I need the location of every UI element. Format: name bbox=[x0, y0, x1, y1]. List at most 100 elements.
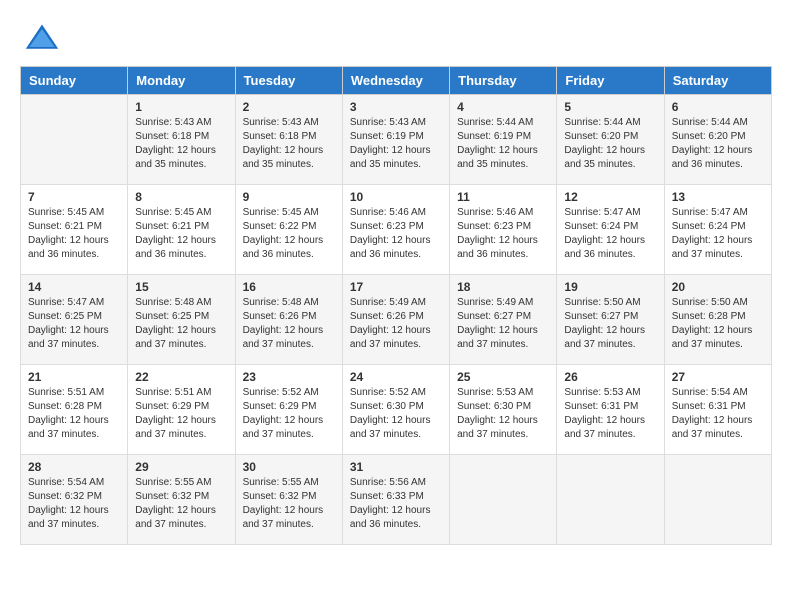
column-header-monday: Monday bbox=[128, 67, 235, 95]
calendar-cell: 16 Sunrise: 5:48 AMSunset: 6:26 PMDayligh… bbox=[235, 275, 342, 365]
calendar-cell: 4 Sunrise: 5:44 AMSunset: 6:19 PMDaylight… bbox=[450, 95, 557, 185]
cell-content: Sunrise: 5:44 AMSunset: 6:19 PMDaylight:… bbox=[457, 116, 549, 172]
cell-content: Sunrise: 5:47 AMSunset: 6:24 PMDaylight:… bbox=[564, 206, 656, 262]
calendar-cell: 9Sunrise: 5:45 AMSunset: 6:22 PMDaylight… bbox=[235, 185, 342, 275]
day-number: 30 bbox=[243, 460, 335, 474]
cell-content: Sunrise: 5:53 AMSunset: 6:31 PMDaylight:… bbox=[564, 386, 656, 442]
calendar-cell bbox=[450, 455, 557, 545]
week-row-5: 28 Sunrise: 5:54 AMSunset: 6:32 PMDayligh… bbox=[21, 455, 772, 545]
day-number: 13 bbox=[672, 190, 764, 204]
cell-content: Sunrise: 5:44 AMSunset: 6:20 PMDaylight:… bbox=[564, 116, 656, 172]
day-number: 1 bbox=[135, 100, 227, 114]
day-number: 11 bbox=[457, 190, 549, 204]
calendar-cell: 1 Sunrise: 5:43 AMSunset: 6:18 PMDaylight… bbox=[128, 95, 235, 185]
calendar-cell: 29Sunrise: 5:55 AMSunset: 6:32 PMDayligh… bbox=[128, 455, 235, 545]
day-number: 3 bbox=[350, 100, 442, 114]
calendar-cell: 8Sunrise: 5:45 AMSunset: 6:21 PMDaylight… bbox=[128, 185, 235, 275]
column-header-saturday: Saturday bbox=[664, 67, 771, 95]
header-row: SundayMondayTuesdayWednesdayThursdayFrid… bbox=[21, 67, 772, 95]
day-number: 16 bbox=[243, 280, 335, 294]
cell-content: Sunrise: 5:45 AMSunset: 6:22 PMDaylight:… bbox=[243, 206, 335, 262]
day-number: 31 bbox=[350, 460, 442, 474]
cell-content: Sunrise: 5:54 AMSunset: 6:32 PMDaylight:… bbox=[28, 476, 120, 532]
column-header-wednesday: Wednesday bbox=[342, 67, 449, 95]
week-row-1: 1 Sunrise: 5:43 AMSunset: 6:18 PMDaylight… bbox=[21, 95, 772, 185]
calendar-cell bbox=[21, 95, 128, 185]
calendar-cell: 11 Sunrise: 5:46 AMSunset: 6:23 PMDayligh… bbox=[450, 185, 557, 275]
calendar-cell: 14 Sunrise: 5:47 AMSunset: 6:25 PMDayligh… bbox=[21, 275, 128, 365]
day-number: 19 bbox=[564, 280, 656, 294]
calendar-cell: 25Sunrise: 5:53 AMSunset: 6:30 PMDayligh… bbox=[450, 365, 557, 455]
day-number: 14 bbox=[28, 280, 120, 294]
calendar-cell: 17 Sunrise: 5:49 AMSunset: 6:26 PMDayligh… bbox=[342, 275, 449, 365]
day-number: 17 bbox=[350, 280, 442, 294]
cell-content: Sunrise: 5:47 AMSunset: 6:24 PMDaylight:… bbox=[672, 206, 764, 262]
calendar-cell: 31 Sunrise: 5:56 AMSunset: 6:33 PMDayligh… bbox=[342, 455, 449, 545]
cell-content: Sunrise: 5:45 AMSunset: 6:21 PMDaylight:… bbox=[135, 206, 227, 262]
cell-content: Sunrise: 5:43 AMSunset: 6:18 PMDaylight:… bbox=[135, 116, 227, 172]
day-number: 22 bbox=[135, 370, 227, 384]
calendar-cell: 20Sunrise: 5:50 AMSunset: 6:28 PMDayligh… bbox=[664, 275, 771, 365]
cell-content: Sunrise: 5:54 AMSunset: 6:31 PMDaylight:… bbox=[672, 386, 764, 442]
calendar-cell: 30Sunrise: 5:55 AMSunset: 6:32 PMDayligh… bbox=[235, 455, 342, 545]
calendar-cell: 24 Sunrise: 5:52 AMSunset: 6:30 PMDayligh… bbox=[342, 365, 449, 455]
day-number: 18 bbox=[457, 280, 549, 294]
column-header-friday: Friday bbox=[557, 67, 664, 95]
calendar-cell: 26Sunrise: 5:53 AMSunset: 6:31 PMDayligh… bbox=[557, 365, 664, 455]
calendar-cell bbox=[557, 455, 664, 545]
day-number: 23 bbox=[243, 370, 335, 384]
calendar-cell: 27Sunrise: 5:54 AMSunset: 6:31 PMDayligh… bbox=[664, 365, 771, 455]
day-number: 15 bbox=[135, 280, 227, 294]
cell-content: Sunrise: 5:48 AMSunset: 6:26 PMDaylight:… bbox=[243, 296, 335, 352]
page-header bbox=[20, 20, 772, 56]
calendar-cell: 15Sunrise: 5:48 AMSunset: 6:25 PMDayligh… bbox=[128, 275, 235, 365]
logo bbox=[20, 20, 60, 56]
day-number: 21 bbox=[28, 370, 120, 384]
calendar-cell: 12 Sunrise: 5:47 AMSunset: 6:24 PMDayligh… bbox=[557, 185, 664, 275]
day-number: 6 bbox=[672, 100, 764, 114]
calendar-cell: 23 Sunrise: 5:52 AMSunset: 6:29 PMDayligh… bbox=[235, 365, 342, 455]
column-header-thursday: Thursday bbox=[450, 67, 557, 95]
calendar-cell: 5 Sunrise: 5:44 AMSunset: 6:20 PMDaylight… bbox=[557, 95, 664, 185]
calendar-cell: 10 Sunrise: 5:46 AMSunset: 6:23 PMDayligh… bbox=[342, 185, 449, 275]
cell-content: Sunrise: 5:50 AMSunset: 6:27 PMDaylight:… bbox=[564, 296, 656, 352]
calendar-cell: 21 Sunrise: 5:51 AMSunset: 6:28 PMDayligh… bbox=[21, 365, 128, 455]
week-row-2: 7Sunrise: 5:45 AMSunset: 6:21 PMDaylight… bbox=[21, 185, 772, 275]
cell-content: Sunrise: 5:56 AMSunset: 6:33 PMDaylight:… bbox=[350, 476, 442, 532]
day-number: 20 bbox=[672, 280, 764, 294]
calendar-cell: 28 Sunrise: 5:54 AMSunset: 6:32 PMDayligh… bbox=[21, 455, 128, 545]
cell-content: Sunrise: 5:43 AMSunset: 6:18 PMDaylight:… bbox=[243, 116, 335, 172]
column-header-sunday: Sunday bbox=[21, 67, 128, 95]
calendar-cell: 18 Sunrise: 5:49 AMSunset: 6:27 PMDayligh… bbox=[450, 275, 557, 365]
day-number: 2 bbox=[243, 100, 335, 114]
calendar-table: SundayMondayTuesdayWednesdayThursdayFrid… bbox=[20, 66, 772, 545]
calendar-cell: 19 Sunrise: 5:50 AMSunset: 6:27 PMDayligh… bbox=[557, 275, 664, 365]
cell-content: Sunrise: 5:43 AMSunset: 6:19 PMDaylight:… bbox=[350, 116, 442, 172]
day-number: 10 bbox=[350, 190, 442, 204]
cell-content: Sunrise: 5:51 AMSunset: 6:29 PMDaylight:… bbox=[135, 386, 227, 442]
cell-content: Sunrise: 5:52 AMSunset: 6:30 PMDaylight:… bbox=[350, 386, 442, 442]
cell-content: Sunrise: 5:47 AMSunset: 6:25 PMDaylight:… bbox=[28, 296, 120, 352]
calendar-cell: 6 Sunrise: 5:44 AMSunset: 6:20 PMDaylight… bbox=[664, 95, 771, 185]
cell-content: Sunrise: 5:49 AMSunset: 6:27 PMDaylight:… bbox=[457, 296, 549, 352]
day-number: 12 bbox=[564, 190, 656, 204]
cell-content: Sunrise: 5:51 AMSunset: 6:28 PMDaylight:… bbox=[28, 386, 120, 442]
day-number: 5 bbox=[564, 100, 656, 114]
day-number: 29 bbox=[135, 460, 227, 474]
cell-content: Sunrise: 5:45 AMSunset: 6:21 PMDaylight:… bbox=[28, 206, 120, 262]
calendar-cell: 13 Sunrise: 5:47 AMSunset: 6:24 PMDayligh… bbox=[664, 185, 771, 275]
cell-content: Sunrise: 5:46 AMSunset: 6:23 PMDaylight:… bbox=[350, 206, 442, 262]
day-number: 28 bbox=[28, 460, 120, 474]
cell-content: Sunrise: 5:49 AMSunset: 6:26 PMDaylight:… bbox=[350, 296, 442, 352]
column-header-tuesday: Tuesday bbox=[235, 67, 342, 95]
logo-icon bbox=[24, 20, 60, 56]
cell-content: Sunrise: 5:46 AMSunset: 6:23 PMDaylight:… bbox=[457, 206, 549, 262]
calendar-cell: 2 Sunrise: 5:43 AMSunset: 6:18 PMDaylight… bbox=[235, 95, 342, 185]
cell-content: Sunrise: 5:52 AMSunset: 6:29 PMDaylight:… bbox=[243, 386, 335, 442]
week-row-3: 14 Sunrise: 5:47 AMSunset: 6:25 PMDayligh… bbox=[21, 275, 772, 365]
day-number: 24 bbox=[350, 370, 442, 384]
calendar-cell: 22 Sunrise: 5:51 AMSunset: 6:29 PMDayligh… bbox=[128, 365, 235, 455]
day-number: 4 bbox=[457, 100, 549, 114]
cell-content: Sunrise: 5:44 AMSunset: 6:20 PMDaylight:… bbox=[672, 116, 764, 172]
calendar-cell bbox=[664, 455, 771, 545]
